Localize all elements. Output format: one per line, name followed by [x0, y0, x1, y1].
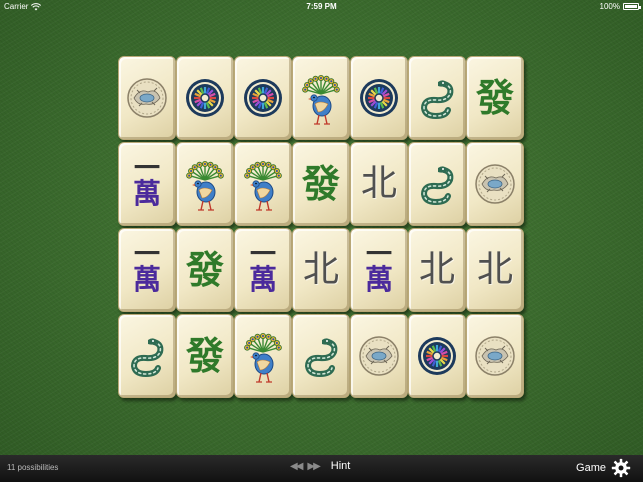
circle-tile-icon [360, 79, 398, 117]
fast-forward-icon[interactable]: ▶▶ [307, 461, 320, 472]
mahjong-tile-season[interactable] [350, 314, 408, 398]
peacock-tile-icon [244, 161, 282, 211]
mahjong-tile-peacock[interactable] [176, 142, 234, 226]
game-menu-button[interactable]: Game [576, 458, 631, 478]
mahjong-tile-circle-wheel[interactable] [408, 314, 466, 398]
mahjong-tile-peacock[interactable] [292, 56, 350, 140]
mahjong-tile-season[interactable] [466, 314, 524, 398]
fa-character: 發 [185, 333, 224, 378]
fa-character: 發 [301, 161, 340, 206]
dragon-tile-icon [420, 80, 454, 120]
game-label: Game [576, 462, 606, 474]
mahjong-tile-snake[interactable] [118, 314, 176, 398]
mahjong-tile-snake[interactable] [408, 142, 466, 226]
season-tile-icon [127, 78, 167, 118]
mahjong-tile-season[interactable] [466, 142, 524, 226]
season-tile-icon [475, 336, 515, 376]
wan-character: 一萬 [248, 240, 277, 296]
mahjong-tile-fa[interactable]: 發 [176, 228, 234, 312]
mahjong-tile-wan[interactable]: 一萬 [118, 142, 176, 226]
mahjong-tile-circle-wheel[interactable] [350, 56, 408, 140]
season-tile-icon [359, 336, 399, 376]
mahjong-tile-wan[interactable]: 一萬 [350, 228, 408, 312]
mahjong-tile-peacock[interactable] [234, 314, 292, 398]
dragon-tile-icon [420, 166, 454, 206]
bei-character: 北 [302, 249, 339, 290]
dragon-tile-icon [130, 338, 164, 378]
circle-tile-icon [244, 79, 282, 117]
tile-board: 發一萬 發 北 一 萬 發 一 萬 北 一 萬 北 北 發 [118, 56, 524, 400]
mahjong-tile-wan[interactable]: 一萬 [118, 228, 176, 312]
mahjong-tile-circle-wheel[interactable] [176, 56, 234, 140]
mahjong-tile-snake[interactable] [292, 314, 350, 398]
season-tile-icon [475, 164, 515, 204]
hint-controls: ◀◀ ▶▶ Hint [290, 460, 350, 472]
mahjong-tile-season[interactable] [118, 56, 176, 140]
mahjong-tile-bei[interactable]: 北 [408, 228, 466, 312]
peacock-tile-icon [302, 75, 340, 125]
bei-character: 北 [418, 249, 455, 290]
mahjong-tile-fa[interactable]: 發 [176, 314, 234, 398]
mahjong-tile-bei[interactable]: 北 [292, 228, 350, 312]
dragon-tile-icon [304, 338, 338, 378]
mahjong-tile-peacock[interactable] [234, 142, 292, 226]
status-time: 7:59 PM [306, 2, 337, 11]
mahjong-tile-bei[interactable]: 北 [350, 142, 408, 226]
wan-character: 一萬 [364, 240, 393, 296]
mahjong-tile-wan[interactable]: 一萬 [234, 228, 292, 312]
bottom-toolbar: 11 possibilities ◀◀ ▶▶ Hint Game [0, 455, 643, 482]
wan-character: 一萬 [132, 154, 161, 210]
mahjong-tile-bei[interactable]: 北 [466, 228, 524, 312]
status-right: 100% [599, 0, 641, 13]
possibilities-label: 11 possibilities [7, 463, 59, 472]
circle-tile-icon [186, 79, 224, 117]
status-bar: Carrier 7:59 PM 100% [0, 0, 643, 13]
mahjong-tile-circle-wheel[interactable] [234, 56, 292, 140]
mahjong-tile-snake[interactable] [408, 56, 466, 140]
peacock-tile-icon [244, 333, 282, 383]
gear-icon[interactable] [611, 458, 631, 478]
mahjong-tile-fa[interactable]: 發 [466, 56, 524, 140]
fa-character: 發 [475, 75, 514, 120]
rewind-icon[interactable]: ◀◀ [290, 461, 303, 472]
mahjong-tile-fa[interactable]: 發 [292, 142, 350, 226]
hint-button[interactable]: Hint [331, 460, 351, 472]
peacock-tile-icon [186, 161, 224, 211]
fa-character: 發 [185, 247, 224, 292]
wan-character: 一萬 [132, 240, 161, 296]
battery-percent: 100% [599, 2, 620, 11]
circle-tile-icon [418, 337, 456, 375]
battery-icon [623, 3, 641, 10]
bei-character: 北 [476, 249, 513, 290]
bei-character: 北 [360, 163, 397, 204]
